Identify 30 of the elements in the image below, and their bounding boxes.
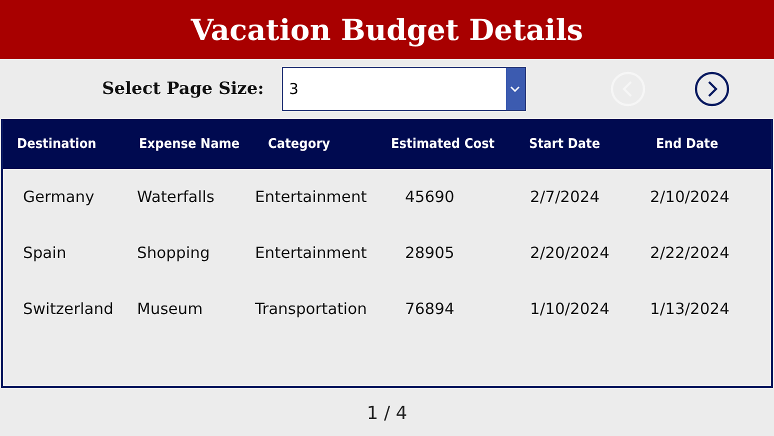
page-size-dropdown[interactable]: 3 [282, 67, 526, 111]
column-header: End Date [655, 136, 720, 152]
table-cell-text: Transportation [255, 300, 368, 318]
table-cell-text: Entertainment [255, 188, 368, 206]
table-cell-text: 1/13/2024 [650, 300, 730, 318]
next-page-icon[interactable] [694, 71, 730, 107]
column-header: Expense Name [138, 136, 241, 152]
column-header: Category [267, 136, 332, 152]
column-header: Start Date [529, 136, 602, 152]
table-cell-text: 76894 [404, 300, 456, 318]
table-cell-text: 28905 [404, 244, 456, 262]
table-cell-text: 2/7/2024 [529, 188, 601, 206]
table-cell-text: Entertainment [255, 244, 368, 262]
page-title: Vacation Budget Details [0, 0, 774, 59]
column-header: Destination [16, 136, 98, 152]
table-cell-text: Museum [136, 300, 204, 318]
table-cell-text: Shopping [136, 244, 211, 262]
table-cell-text: 2/22/2024 [650, 244, 730, 262]
table-cell-text: 2/10/2024 [650, 188, 730, 206]
table-cell-text: Germany [22, 188, 96, 206]
table-cell-text: 45690 [404, 188, 456, 206]
table-cell-text: 2/20/2024 [529, 244, 610, 262]
page-indicator: 1 / 4 [366, 402, 408, 424]
table-cell-text: Switzerland [22, 300, 114, 318]
table-cell-text: Waterfalls [136, 188, 216, 206]
table-cell-text: Spain [22, 244, 68, 262]
table-cell-text: 1/10/2024 [529, 300, 610, 318]
column-header: Estimated Cost [391, 136, 496, 152]
chevron-down-icon [510, 86, 520, 92]
page-size-label: Select Page Size: [102, 79, 264, 99]
